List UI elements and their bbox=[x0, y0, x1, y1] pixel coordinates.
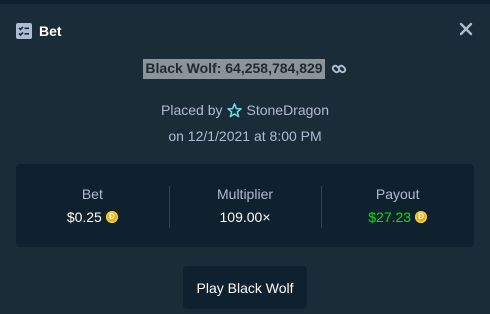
placed-by-label: Placed by bbox=[161, 102, 223, 118]
play-game-button[interactable]: Play Black Wolf bbox=[183, 266, 307, 309]
payout-label: Payout bbox=[375, 186, 420, 202]
multiplier-label: Multiplier bbox=[217, 186, 274, 202]
modal-header: Bet bbox=[16, 21, 62, 41]
bet-amount-cell: Bet $0.25 bbox=[16, 164, 169, 247]
game-id-row: Black Wolf: 64,258,784,829 bbox=[0, 59, 490, 79]
bet-stats-card: Bet $0.25 Multiplier 109.00× Payout $27.… bbox=[16, 164, 474, 247]
vip-star-icon bbox=[227, 102, 243, 117]
bet-label: Bet bbox=[81, 186, 103, 202]
dogecoin-icon bbox=[415, 211, 428, 223]
bet-value: $0.25 bbox=[67, 209, 118, 225]
payout-cell: Payout $27.23 bbox=[321, 164, 474, 247]
username[interactable]: StoneDragon bbox=[246, 102, 329, 118]
bet-date: on 12/1/2021 at 8:00 PM bbox=[168, 128, 322, 144]
multiplier-cell: Multiplier 109.00× bbox=[168, 164, 322, 247]
close-icon[interactable] bbox=[459, 22, 473, 36]
bet-modal: Bet Black Wolf: 64,258,784,829 Placed by… bbox=[0, 4, 490, 314]
game-id[interactable]: Black Wolf: 64,258,784,829 bbox=[143, 59, 325, 79]
dogecoin-icon bbox=[105, 211, 118, 223]
multiplier-value: 109.00× bbox=[219, 209, 271, 225]
payout-value: $27.23 bbox=[368, 209, 428, 225]
modal-title: Bet bbox=[39, 23, 62, 39]
payout-amount: $27.23 bbox=[368, 209, 412, 225]
bet-list-icon bbox=[16, 23, 32, 39]
bet-amount: $0.25 bbox=[66, 209, 102, 225]
link-icon[interactable] bbox=[331, 61, 347, 77]
placed-by-row: Placed by StoneDragon bbox=[0, 102, 490, 118]
